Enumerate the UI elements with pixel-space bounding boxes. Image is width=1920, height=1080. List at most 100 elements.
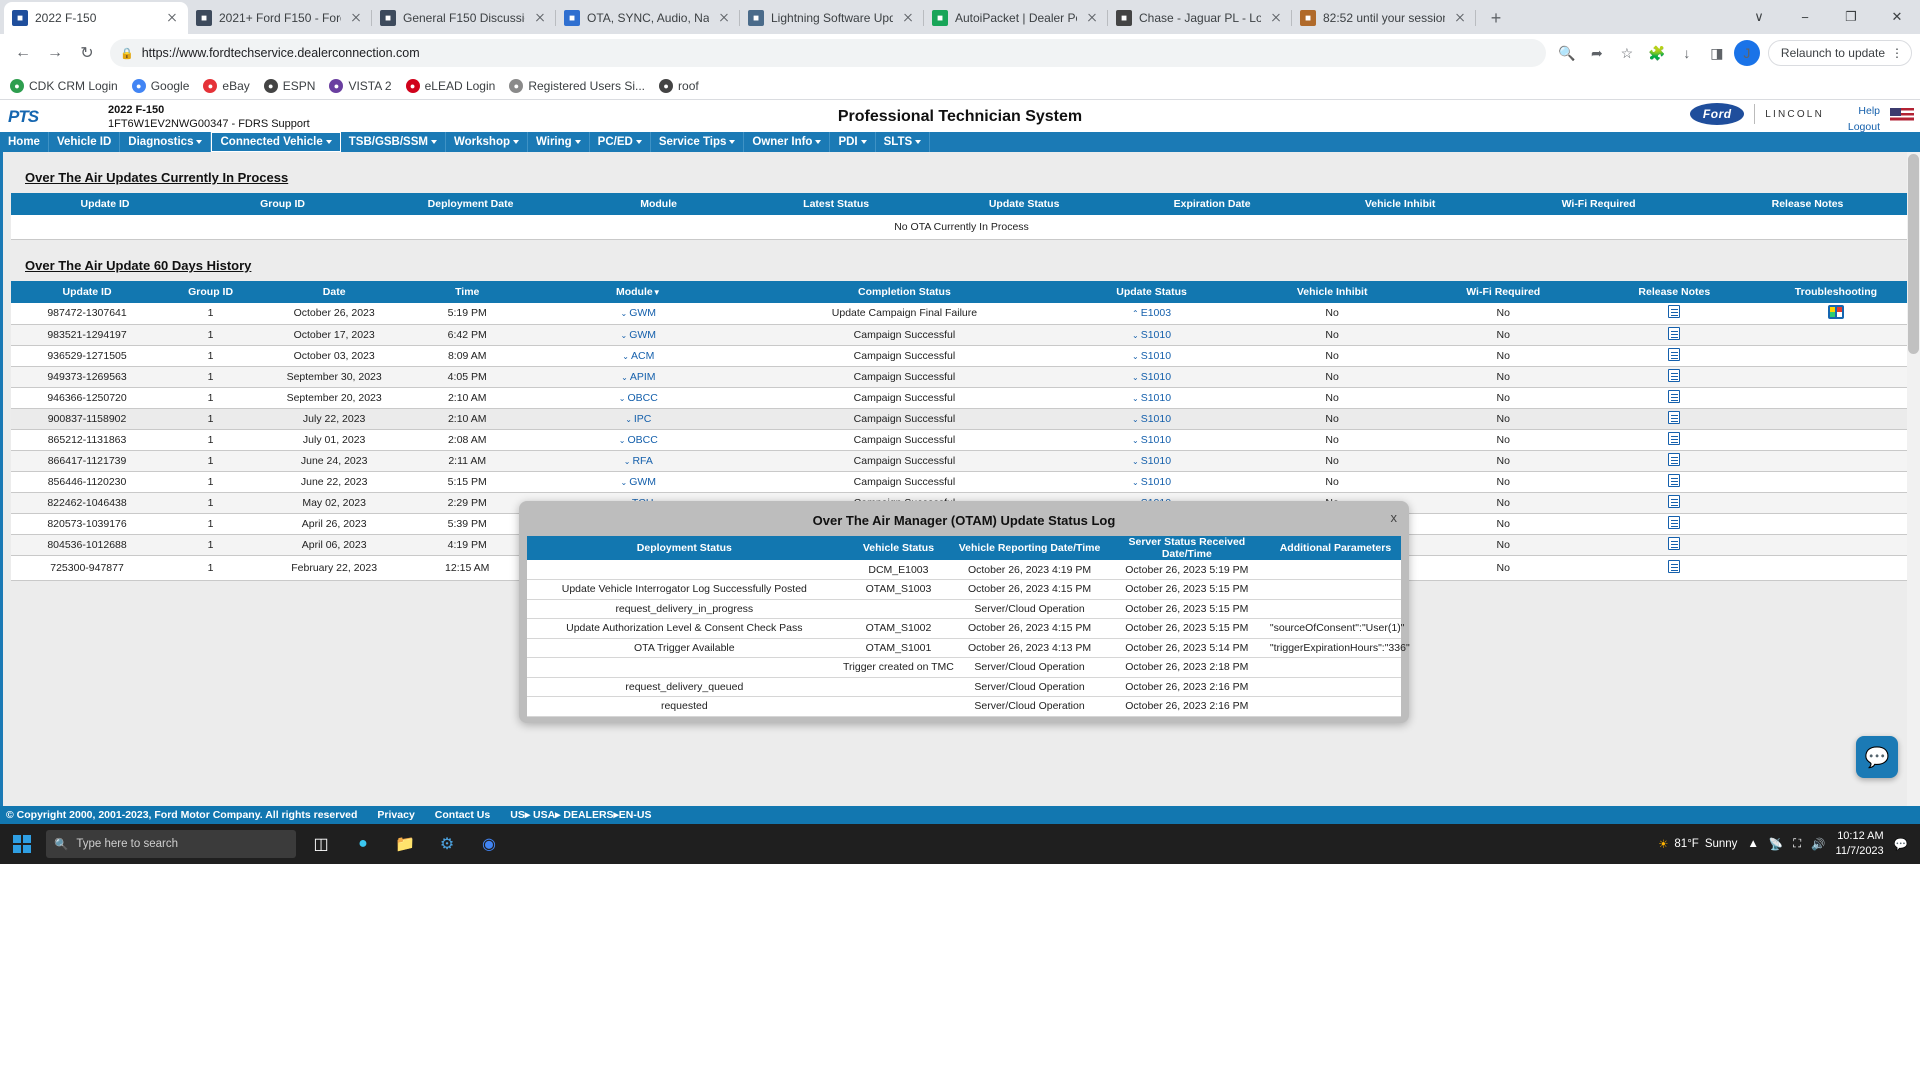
reload-button[interactable]: ↻ — [72, 38, 102, 68]
release-notes-icon[interactable] — [1668, 536, 1681, 550]
tab-close-icon[interactable] — [1084, 10, 1100, 26]
cell-troubleshooting[interactable] — [1759, 408, 1912, 430]
modal-close-button[interactable]: x — [1391, 510, 1398, 525]
cell-module[interactable]: ⌄GWM — [524, 324, 753, 346]
network-icon[interactable]: 📡 — [1769, 837, 1783, 851]
scrollbar-thumb[interactable] — [1908, 154, 1919, 354]
windows-start-icon[interactable] — [6, 828, 38, 860]
cell-module[interactable]: ⌄ IPC — [524, 408, 753, 430]
zoom-out-icon[interactable]: 🔍 — [1554, 40, 1580, 66]
table-row[interactable]: 866417-1121739 1 June 24, 2023 2:11 AM ⌄ RFA C… — [11, 450, 1912, 472]
tab-close-icon[interactable] — [900, 10, 916, 26]
module-link[interactable]: ACM — [631, 350, 654, 362]
column-header[interactable]: Update ID — [11, 193, 199, 215]
column-header[interactable]: Completion Status — [752, 281, 1057, 303]
tab-search-icon[interactable]: ∨ — [1736, 0, 1782, 34]
table-row[interactable]: 900837-1158902 1 July 22, 2023 2:10 AM ⌄ IPC C… — [11, 408, 1912, 430]
table-row[interactable]: 936529-1271505 1 October 03, 2023 8:09 AM ⌄ A… — [11, 345, 1912, 367]
module-link[interactable]: GWM — [629, 329, 656, 341]
tab-close-icon[interactable] — [1268, 10, 1284, 26]
cell-release-notes[interactable] — [1588, 450, 1760, 472]
tab-close-icon[interactable] — [164, 10, 180, 26]
release-notes-icon[interactable] — [1668, 452, 1681, 466]
cell-troubleshooting[interactable] — [1759, 366, 1912, 388]
back-button[interactable]: ← — [8, 38, 38, 68]
release-notes-icon[interactable] — [1668, 410, 1681, 424]
bookmark-item[interactable]: ● CDK CRM Login — [10, 78, 118, 93]
cell-troubleshooting[interactable] — [1759, 555, 1912, 581]
bookmark-item[interactable]: ● eLEAD Login — [405, 78, 495, 93]
kebab-menu-icon[interactable]: ⋮ — [1891, 46, 1903, 60]
cell-release-notes[interactable] — [1588, 345, 1760, 367]
module-link[interactable]: OBCC — [627, 392, 657, 404]
column-header[interactable]: Wi-Fi Required — [1494, 193, 1704, 215]
side-panel-icon[interactable]: ◨ — [1704, 40, 1730, 66]
update-status-link[interactable]: S1010 — [1141, 476, 1171, 488]
edge-icon[interactable]: ● — [346, 828, 380, 860]
column-header[interactable]: Wi-Fi Required — [1417, 281, 1589, 303]
bookmark-item[interactable]: ● Registered Users Si... — [509, 78, 645, 93]
release-notes-icon[interactable] — [1668, 326, 1681, 340]
cell-release-notes[interactable] — [1588, 429, 1760, 451]
cell-module[interactable]: ⌄ OBCC — [524, 429, 753, 451]
cell-module[interactable]: ⌄ ACM — [524, 345, 753, 367]
taskbar-clock[interactable]: 10:12 AM 11/7/2023 — [1836, 829, 1884, 859]
nav-item-connected-vehicle[interactable]: Connected Vehicle — [211, 132, 341, 152]
column-header[interactable]: Group ID — [199, 193, 367, 215]
relaunch-to-update-button[interactable]: Relaunch to update ⋮ — [1767, 40, 1912, 66]
nav-item-slts[interactable]: SLTS — [876, 132, 931, 152]
column-header[interactable]: Vehicle Inhibit — [1246, 281, 1418, 303]
troubleshooting-icon[interactable] — [1827, 304, 1844, 319]
forward-button[interactable]: → — [40, 38, 70, 68]
release-notes-icon[interactable] — [1668, 368, 1681, 382]
update-status-link[interactable]: S1010 — [1141, 413, 1171, 425]
update-status-link[interactable]: S1010 — [1141, 350, 1171, 362]
logout-link[interactable]: Logout — [1848, 120, 1880, 136]
cell-update-status[interactable]: ⌄S1010 — [1056, 324, 1247, 346]
privacy-link[interactable]: Privacy — [377, 809, 414, 821]
bookmark-item[interactable]: ● VISTA 2 — [329, 78, 392, 93]
table-row[interactable]: 987472-1307641 1 October 26, 2023 5:19 PM ⌄ G… — [11, 303, 1912, 325]
star-icon[interactable]: ☆ — [1614, 40, 1640, 66]
cell-release-notes[interactable] — [1588, 513, 1760, 535]
bookmark-item[interactable]: ● eBay — [203, 78, 250, 93]
nav-item-pdi[interactable]: PDI — [830, 132, 876, 152]
cell-update-status[interactable]: ⌄S1010 — [1056, 471, 1247, 493]
nav-item-owner-info[interactable]: Owner Info — [744, 132, 831, 152]
cell-release-notes[interactable] — [1588, 534, 1760, 556]
chevron-up-icon[interactable]: ▲ — [1747, 838, 1758, 850]
column-header[interactable]: Update Status — [930, 193, 1119, 215]
column-header[interactable]: Group ID — [163, 281, 259, 303]
module-link[interactable]: GWM — [629, 476, 656, 488]
nav-item-service-tips[interactable]: Service Tips — [651, 132, 745, 152]
column-header[interactable]: Release Notes — [1588, 281, 1760, 303]
cell-update-status[interactable]: ⌄S1010 — [1056, 450, 1247, 472]
browser-tab[interactable]: ■ 2022 F-150 — [4, 2, 188, 34]
weather-widget[interactable]: ☀ 81°F Sunny — [1658, 837, 1737, 851]
release-notes-icon[interactable] — [1668, 347, 1681, 361]
column-header[interactable]: Time — [410, 281, 525, 303]
cell-module[interactable]: ⌄ OBCC — [524, 387, 753, 409]
cell-update-status[interactable]: ⌄S1010 — [1056, 408, 1247, 430]
contact-us-link[interactable]: Contact Us — [435, 809, 490, 821]
cell-release-notes[interactable] — [1588, 366, 1760, 388]
volume-icon[interactable]: 🔊 — [1811, 837, 1825, 851]
column-header[interactable]: Release Notes — [1703, 193, 1912, 215]
cell-troubleshooting[interactable] — [1759, 450, 1912, 472]
module-link[interactable]: APIM — [630, 371, 656, 383]
nav-item-diagnostics[interactable]: Diagnostics — [120, 132, 212, 152]
nav-item-home[interactable]: Home — [0, 132, 49, 152]
cell-troubleshooting[interactable] — [1759, 471, 1912, 493]
module-link[interactable]: RFA — [632, 455, 652, 467]
update-status-link[interactable]: E1003 — [1141, 307, 1171, 319]
column-header[interactable]: Module▼ — [524, 281, 753, 303]
module-link[interactable]: GWM — [629, 307, 656, 319]
notifications-icon[interactable]: 💬 — [1894, 837, 1908, 851]
release-notes-icon[interactable] — [1668, 515, 1681, 529]
cell-module[interactable]: ⌄GWM — [524, 471, 753, 493]
module-link[interactable]: OBCC — [627, 434, 657, 446]
table-row[interactable]: 949373-1269563 1 September 30, 2023 4:05 PM… — [11, 366, 1912, 388]
release-notes-icon[interactable] — [1668, 559, 1681, 573]
browser-tab[interactable]: ■ OTA, SYNC, Audio, Nav, P — [556, 2, 740, 34]
table-row[interactable]: 856446-1120230 1 June 22, 2023 5:15 PM ⌄ GWM C… — [11, 471, 1912, 493]
